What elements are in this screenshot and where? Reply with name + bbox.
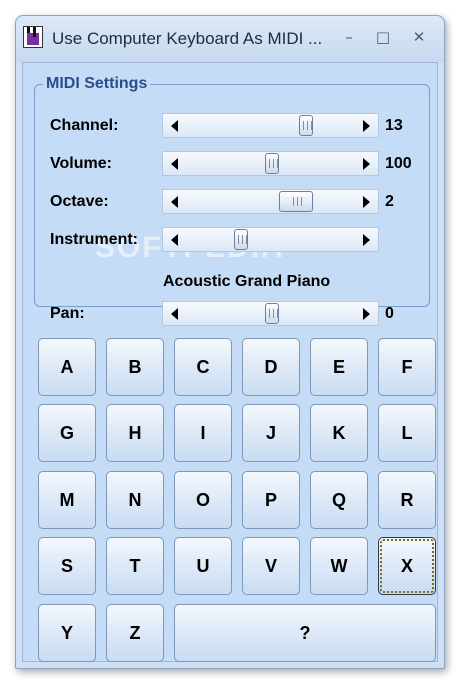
volume-value: 100 (385, 155, 412, 172)
channel-label: Channel: (50, 117, 119, 134)
window-title: Use Computer Keyboard As MIDI ... (52, 29, 323, 48)
pan-slider[interactable] (162, 301, 379, 326)
title-bar[interactable]: Use Computer Keyboard As MIDI ... – □ ✕ (16, 16, 444, 62)
volume-label: Volume: (50, 155, 112, 172)
key-button-r[interactable]: R (378, 471, 436, 529)
instrument-name: Acoustic Grand Piano (163, 273, 331, 290)
instrument-slider[interactable] (162, 227, 379, 252)
pan-decrease-arrow-icon[interactable] (171, 308, 178, 320)
instrument-decrease-arrow-icon[interactable] (171, 234, 178, 246)
channel-increase-arrow-icon[interactable] (363, 120, 370, 132)
channel-value: 13 (385, 117, 403, 134)
minimize-button[interactable]: – (338, 28, 360, 48)
key-button-g[interactable]: G (38, 404, 96, 462)
pan-label: Pan: (50, 305, 85, 322)
main-panel: MIDI Settings S O F T P EDI A Channel: 13 Volu… (22, 62, 438, 662)
piano-app-icon[interactable] (23, 26, 43, 48)
key-button-t[interactable]: T (106, 537, 164, 595)
key-button-j[interactable]: J (242, 404, 300, 462)
pan-increase-arrow-icon[interactable] (363, 308, 370, 320)
key-button-m[interactable]: M (38, 471, 96, 529)
close-button[interactable]: ✕ (408, 28, 430, 48)
octave-value: 2 (385, 193, 394, 210)
key-button-e[interactable]: E (310, 338, 368, 396)
instrument-label: Instrument: (50, 231, 138, 248)
maximize-button[interactable]: □ (372, 28, 394, 48)
volume-slider-thumb[interactable] (264, 153, 279, 174)
key-button-y[interactable]: Y (38, 604, 96, 662)
pan-value: 0 (385, 305, 394, 322)
octave-increase-arrow-icon[interactable] (363, 196, 370, 208)
octave-decrease-arrow-icon[interactable] (171, 196, 178, 208)
key-button-c[interactable]: C (174, 338, 232, 396)
key-button-l[interactable]: L (378, 404, 436, 462)
octave-slider[interactable] (162, 189, 379, 214)
key-button-k[interactable]: K (310, 404, 368, 462)
key-button-z[interactable]: Z (106, 604, 164, 662)
key-button-v[interactable]: V (242, 537, 300, 595)
app-window: Use Computer Keyboard As MIDI ... – □ ✕ … (15, 15, 445, 669)
channel-slider-thumb[interactable] (298, 115, 313, 136)
midi-settings-legend: MIDI Settings (46, 75, 148, 92)
key-button-p[interactable]: P (242, 471, 300, 529)
volume-increase-arrow-icon[interactable] (363, 158, 370, 170)
key-button-q[interactable]: Q (310, 471, 368, 529)
key-button-x[interactable]: X (378, 537, 436, 595)
key-button-h[interactable]: H (106, 404, 164, 462)
volume-slider[interactable] (162, 151, 379, 176)
midi-settings-group: MIDI Settings SOFTPEDIA Channel: 13 Volu… (34, 75, 430, 326)
instrument-increase-arrow-icon[interactable] (363, 234, 370, 246)
key-button-d[interactable]: D (242, 338, 300, 396)
octave-slider-thumb[interactable] (278, 191, 313, 212)
channel-slider[interactable] (162, 113, 379, 138)
key-button-s[interactable]: S (38, 537, 96, 595)
instrument-slider-thumb[interactable] (233, 229, 248, 250)
key-button-u[interactable]: U (174, 537, 232, 595)
volume-decrease-arrow-icon[interactable] (171, 158, 178, 170)
key-button-n[interactable]: N (106, 471, 164, 529)
key-button-question[interactable]: ? (174, 604, 436, 662)
key-button-i[interactable]: I (174, 404, 232, 462)
key-button-b[interactable]: B (106, 338, 164, 396)
key-button-f[interactable]: F (378, 338, 436, 396)
pan-slider-thumb[interactable] (264, 303, 279, 324)
key-button-a[interactable]: A (38, 338, 96, 396)
key-button-w[interactable]: W (310, 537, 368, 595)
key-button-o[interactable]: O (174, 471, 232, 529)
octave-label: Octave: (50, 193, 109, 210)
channel-decrease-arrow-icon[interactable] (171, 120, 178, 132)
